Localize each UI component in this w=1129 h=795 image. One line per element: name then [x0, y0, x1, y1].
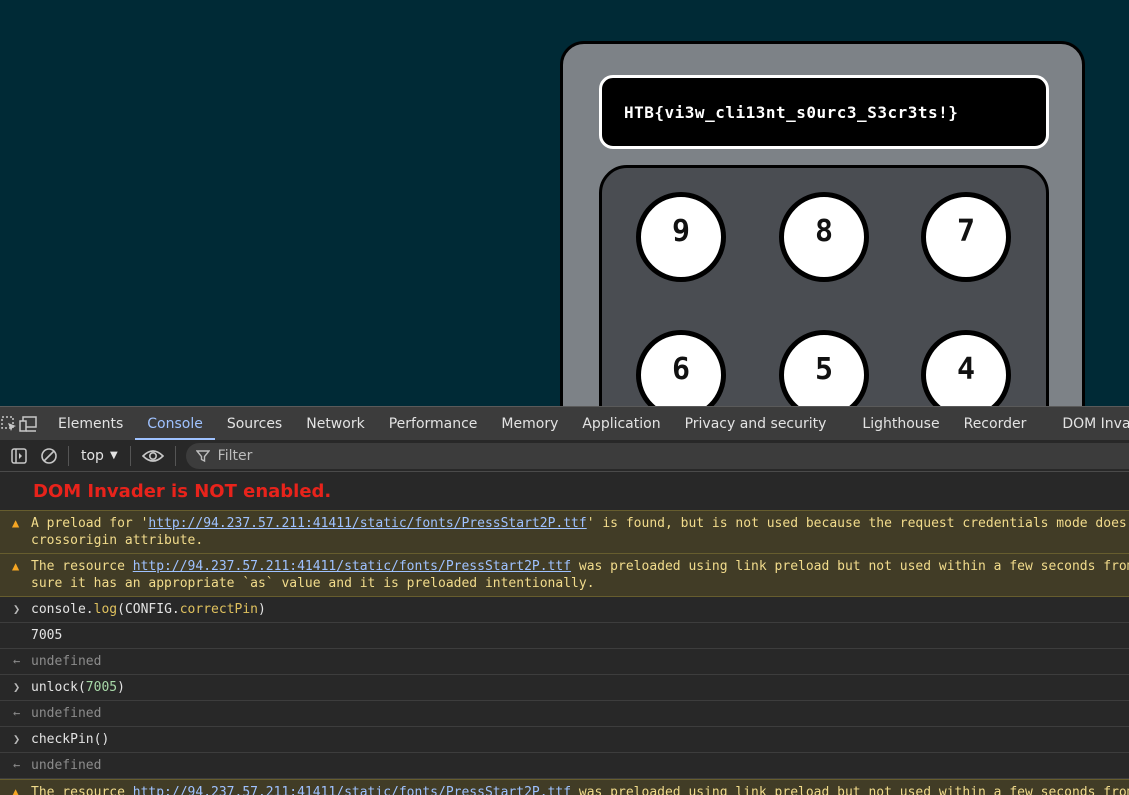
resource-link[interactable]: http://94.237.57.211:41411/static/fonts/… [133, 785, 571, 795]
key-8[interactable]: 8 [779, 192, 869, 282]
resource-link[interactable]: http://94.237.57.211:41411/static/fonts/… [148, 516, 586, 531]
console-input-line[interactable]: ❯ unlock(7005) [0, 675, 1129, 701]
console-toolbar: top ▼ Filter [0, 440, 1129, 472]
result-arrow-icon: ← [13, 654, 21, 668]
filter-icon [195, 449, 210, 462]
key-4[interactable]: 4 [921, 330, 1011, 406]
filter-placeholder: Filter [217, 447, 253, 464]
console-warning: ▲ A preload for 'http://94.237.57.211:41… [0, 510, 1129, 554]
console-input-line[interactable]: ❯ console.log(CONFIG.correctPin) [0, 597, 1129, 623]
prompt-chevron-icon: ❯ [13, 732, 21, 746]
resource-link[interactable]: http://94.237.57.211:41411/static/fonts/… [133, 559, 571, 574]
key-6[interactable]: 6 [636, 330, 726, 406]
tab-console[interactable]: Console [135, 407, 215, 440]
web-page-viewport: HTB{vi3w_cli13nt_s0urc3_S3cr3ts!} 9 8 7 … [0, 0, 1129, 406]
key-5[interactable]: 5 [779, 330, 869, 406]
dom-invader-banner: DOM Invader is NOT enabled. [33, 480, 332, 502]
tab-application[interactable]: Application [570, 407, 672, 440]
warning-icon: ▲ [12, 516, 20, 530]
keypad-device: HTB{vi3w_cli13nt_s0urc3_S3cr3ts!} 9 8 7 … [560, 41, 1085, 406]
toolbar-separator [68, 445, 69, 466]
console-warning: ▲ The resource http://94.237.57.211:4141… [0, 779, 1129, 795]
console-sidebar-icon[interactable] [4, 442, 34, 470]
tab-lighthouse[interactable]: Lighthouse [850, 407, 951, 440]
key-7[interactable]: 7 [921, 192, 1011, 282]
context-select-value: top [81, 447, 104, 464]
chevron-down-icon: ▼ [109, 450, 118, 461]
tab-memory[interactable]: Memory [489, 407, 570, 440]
console-output-line: 7005 [0, 623, 1129, 649]
tab-elements[interactable]: Elements [46, 407, 135, 440]
console-messages: DOM Invader is NOT enabled. ▲ A preload … [0, 472, 1129, 795]
tab-sources[interactable]: Sources [215, 407, 294, 440]
tab-recorder[interactable]: Recorder [952, 407, 1051, 440]
tab-privacy-and-security[interactable]: Privacy and security [673, 407, 851, 440]
console-result-line: ← undefined [0, 753, 1129, 779]
device-toolbar-icon[interactable] [18, 407, 38, 440]
prompt-chevron-icon: ❯ [13, 680, 21, 694]
devtools-panel: Elements Console Sources Network Perform… [0, 406, 1129, 795]
devtools-tab-bar: Elements Console Sources Network Perform… [0, 406, 1129, 440]
toolbar-separator [174, 445, 176, 466]
clear-console-icon[interactable] [34, 442, 64, 470]
keypad-panel: 9 8 7 6 5 4 [599, 165, 1049, 406]
console-result-line: ← undefined [0, 649, 1129, 675]
inspect-element-icon[interactable] [0, 407, 18, 440]
live-expression-eye-icon[interactable] [135, 442, 171, 470]
warning-icon: ▲ [12, 559, 20, 573]
result-arrow-icon: ← [13, 758, 21, 772]
console-input-line[interactable]: ❯ checkPin() [0, 727, 1129, 753]
tab-performance[interactable]: Performance [377, 407, 490, 440]
console-filter-input[interactable]: Filter [185, 442, 1129, 469]
console-warning: ▲ The resource http://94.237.57.211:4141… [0, 554, 1129, 597]
tab-network[interactable]: Network [294, 407, 376, 440]
toolbar-separator [129, 445, 131, 466]
keypad-display-text: HTB{vi3w_cli13nt_s0urc3_S3cr3ts!} [624, 102, 959, 122]
console-result-line: ← undefined [0, 701, 1129, 727]
warning-icon: ▲ [12, 785, 20, 795]
javascript-context-select[interactable]: top ▼ [73, 448, 126, 464]
key-9[interactable]: 9 [636, 192, 726, 282]
tab-dom-invader[interactable]: DOM Invader [1050, 407, 1129, 440]
result-arrow-icon: ← [13, 706, 21, 720]
prompt-chevron-icon: ❯ [13, 602, 21, 616]
keypad-display: HTB{vi3w_cli13nt_s0urc3_S3cr3ts!} [599, 75, 1049, 149]
